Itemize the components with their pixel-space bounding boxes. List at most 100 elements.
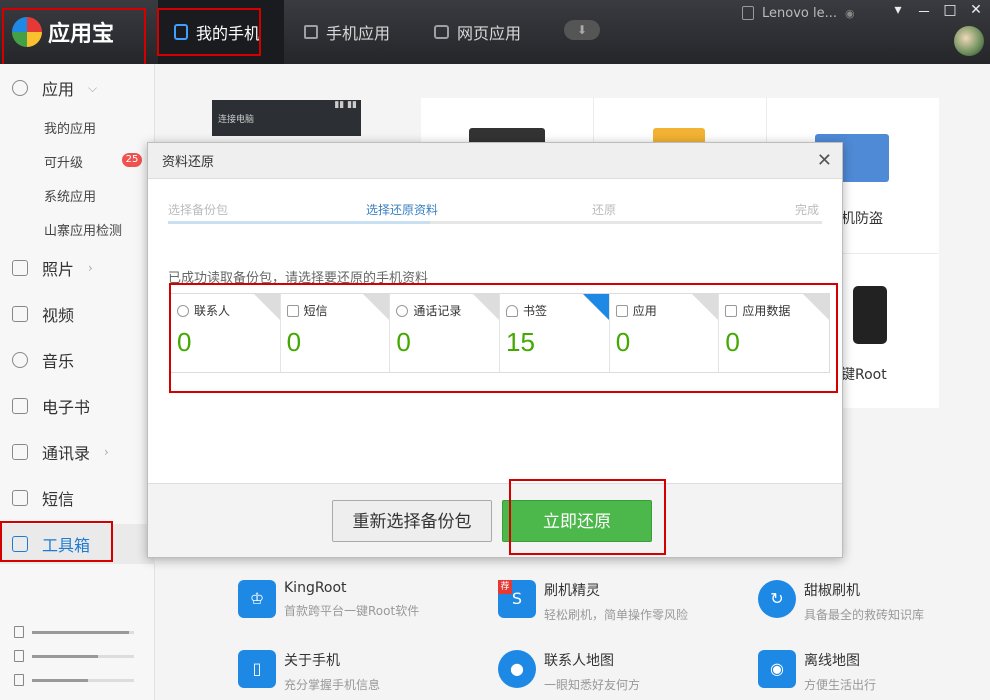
tab-web-apps-label: 网页应用: [457, 24, 522, 43]
root-tile-label[interactable]: 键Root: [841, 364, 887, 384]
sidebar-subitem-system-apps[interactable]: 系统应用: [44, 186, 96, 205]
chevron-right-icon: ›: [104, 445, 109, 459]
tool-title: 关于手机: [284, 653, 340, 669]
message-icon: [12, 490, 28, 506]
tool-kingroot[interactable]: ♔ KingRoot 首款跨平台一键Root软件: [238, 580, 419, 619]
apps-icon: [12, 80, 28, 96]
status-bar: ▮▮ ▮▮: [334, 100, 357, 110]
storage-bar-fill-1: [32, 654, 99, 658]
refresh-icon: ↻: [758, 580, 796, 618]
device-dropdown-icon: ◉: [845, 6, 855, 20]
tool-about-phone[interactable]: ▯ 关于手机充分掌握手机信息: [238, 650, 380, 693]
offline-map-icon: ◉: [758, 650, 796, 688]
storage-bar-fill-2: [32, 678, 89, 682]
sidebar-videos-label: 视频: [42, 306, 75, 325]
sidebar-item-sms[interactable]: 短信: [0, 478, 155, 518]
root-tile-icon: [853, 286, 887, 344]
close-icon[interactable]: ✕: [817, 150, 832, 171]
device-icon: [742, 6, 754, 20]
dialog-footer: 重新选择备份包 立即还原: [148, 483, 842, 557]
contacts-icon: [12, 444, 28, 460]
sidebar-ebooks-label: 电子书: [42, 398, 91, 417]
sidebar-subitem-my-apps[interactable]: 我的应用: [44, 118, 96, 137]
web-icon: [434, 25, 449, 39]
sd-card-icon: [14, 674, 24, 686]
phone-info-icon: ▯: [238, 650, 276, 688]
download-icon: ⬇: [576, 23, 588, 37]
tool-desc: 轻松刷机，简单操作零风险: [544, 608, 689, 622]
sidebar-subitem-fake-app-check[interactable]: 山寨应用检测: [44, 220, 122, 239]
device-selector[interactable]: Lenovo le... ◉: [742, 4, 855, 22]
phone-screen-title: 连接电脑: [218, 115, 255, 125]
highlight-my-phone-tab: [157, 8, 261, 56]
maximize-icon[interactable]: □: [942, 2, 958, 22]
sidebar-item-videos[interactable]: 视频: [0, 294, 155, 334]
highlight-toolbox: [0, 521, 113, 562]
sidebar: 应用 ⌵ 我的应用 可升级 25 系统应用 山寨应用检测 照片 › 视频 音乐 …: [0, 64, 155, 700]
highlight-categories: [169, 283, 838, 393]
tool-tianjiao-flash[interactable]: ↻ 甜椒刷机 具备最全的救砖知识库: [758, 580, 924, 623]
sidebar-photos-label: 照片: [42, 260, 75, 279]
tool-title: 离线地图: [804, 653, 860, 669]
step-progress-track: [168, 221, 822, 224]
sidebar-subitem-upgradable[interactable]: 可升级: [44, 152, 83, 171]
chevron-down-icon: ⌵: [88, 80, 98, 95]
phone-screen-preview: ▮▮ ▮▮ 连接电脑: [212, 100, 361, 136]
sidebar-item-music[interactable]: 音乐: [0, 340, 155, 380]
sd-card-icon: [14, 650, 24, 662]
storage-phone: [14, 626, 134, 638]
tool-contact-map[interactable]: ● 联系人地图一眼知悉好友何方: [498, 650, 640, 693]
tab-phone-apps[interactable]: 手机应用: [288, 0, 408, 64]
storage-bar-fill-0: [32, 630, 129, 634]
storage-sd2: [14, 674, 134, 686]
sidebar-item-ebooks[interactable]: 电子书: [0, 386, 155, 426]
menu-chevron-icon[interactable]: ▾: [890, 2, 906, 22]
reselect-backup-button[interactable]: 重新选择备份包: [332, 500, 492, 542]
tool-desc: 充分掌握手机信息: [284, 678, 381, 692]
device-name: Lenovo le...: [762, 5, 837, 21]
app-window: 应用宝 我的手机 手机应用 网页应用 ⬇ Lenovo le... ◉ ▾ － …: [0, 0, 990, 700]
highlight-restore-button: [509, 479, 666, 555]
tool-title: 甜椒刷机: [804, 583, 860, 599]
dialog-title: 资料还原: [162, 155, 215, 170]
sidebar-apps-label: 应用: [42, 80, 75, 99]
tool-desc: 首款跨平台一键Root软件: [284, 604, 420, 618]
step-select-data: 选择还原资料: [366, 203, 439, 217]
tool-title: KingRoot: [284, 580, 347, 596]
sidebar-contacts-label: 通讯录: [42, 444, 91, 463]
step-done: 完成: [795, 203, 820, 217]
close-window-icon[interactable]: ✕: [968, 2, 984, 22]
anti-theft-tile-label[interactable]: 机防盗: [841, 208, 883, 228]
tool-offline-map[interactable]: ◉ 离线地图方便生活出行: [758, 650, 876, 693]
sidebar-item-contacts[interactable]: 通讯录 ›: [0, 432, 155, 472]
avatar[interactable]: [954, 26, 984, 56]
dialog-header: 资料还原 ✕: [148, 143, 842, 179]
phone-storage-icon: [14, 626, 24, 638]
tool-desc: 一眼知悉好友何方: [544, 678, 641, 692]
crown-icon: ♔: [238, 580, 276, 618]
sidebar-sms-label: 短信: [42, 490, 75, 509]
tool-desc: 方便生活出行: [804, 678, 877, 692]
tab-phone-apps-label: 手机应用: [326, 24, 391, 43]
window-controls: ▾ － □ ✕: [890, 2, 984, 22]
sidebar-item-apps[interactable]: 应用 ⌵: [0, 68, 155, 108]
tool-title: 联系人地图: [544, 653, 614, 669]
bag-icon: [304, 25, 318, 39]
title-bar: 应用宝 我的手机 手机应用 网页应用 ⬇ Lenovo le... ◉ ▾ － …: [0, 0, 990, 64]
tool-flash-wizard[interactable]: S荐 刷机精灵 轻松刷机，简单操作零风险: [498, 580, 688, 623]
tool-title: 刷机精灵: [544, 583, 600, 599]
storage-sd: [14, 650, 134, 662]
sidebar-music-label: 音乐: [42, 352, 75, 371]
minimize-icon[interactable]: －: [916, 2, 932, 22]
upgrade-count-badge: 25: [122, 153, 142, 167]
chevron-right-icon: ›: [88, 261, 93, 275]
video-icon: [12, 306, 28, 322]
sidebar-item-photos[interactable]: 照片 ›: [0, 248, 155, 288]
map-pin-icon: ●: [498, 650, 536, 688]
highlight-logo: [2, 8, 146, 70]
recommend-tag: 荐: [498, 580, 512, 594]
step-progress-fill: [168, 221, 430, 224]
tab-web-apps[interactable]: 网页应用: [418, 0, 542, 64]
download-manager-button[interactable]: ⬇: [564, 20, 600, 40]
step-restore: 还原: [592, 203, 617, 217]
